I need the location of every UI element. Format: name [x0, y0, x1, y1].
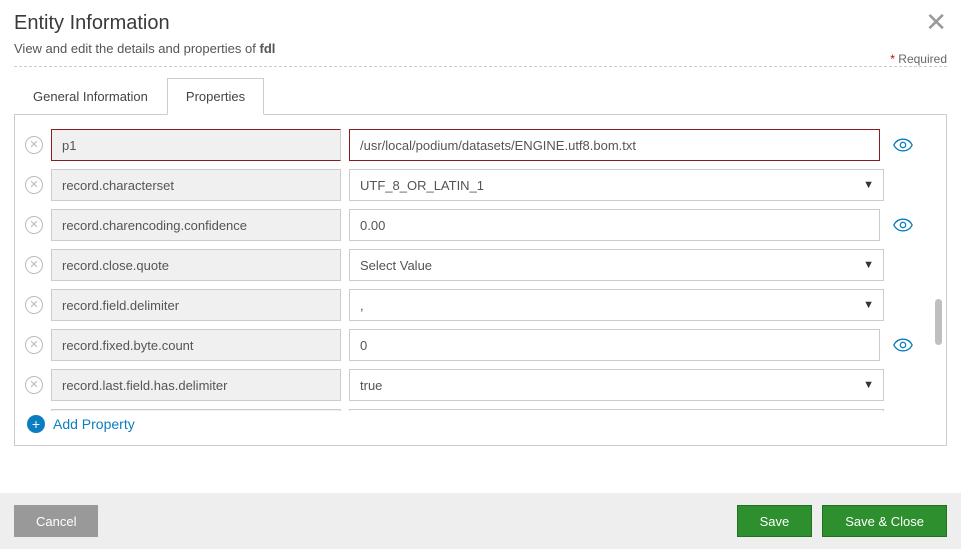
- save-button[interactable]: Save: [737, 505, 813, 537]
- property-value-input[interactable]: [349, 209, 880, 241]
- property-row: ✕UTF_8_OR_LATIN_1▼: [25, 169, 914, 201]
- view-icon[interactable]: [892, 218, 914, 232]
- close-icon[interactable]: ✕: [925, 12, 947, 32]
- add-property-button[interactable]: + Add Property: [25, 411, 936, 437]
- delete-property-icon[interactable]: ✕: [25, 256, 43, 274]
- divider: [14, 66, 947, 67]
- property-row: ✕VARIABLE_CHAR_LENGTH_TERMINATED▼: [25, 409, 914, 411]
- property-row: ✕,▼: [25, 289, 914, 321]
- dialog-subtitle: View and edit the details and properties…: [14, 41, 275, 56]
- property-value-select[interactable]: Select Value: [349, 249, 884, 281]
- plus-icon: +: [27, 415, 45, 433]
- property-value-select[interactable]: VARIABLE_CHAR_LENGTH_TERMINATED: [349, 409, 884, 411]
- save-and-close-button[interactable]: Save & Close: [822, 505, 947, 537]
- view-icon[interactable]: [892, 338, 914, 352]
- property-key-input[interactable]: [51, 249, 341, 281]
- scrollbar-thumb[interactable]: [935, 299, 942, 345]
- property-row: ✕Select Value▼: [25, 249, 914, 281]
- property-value-select[interactable]: UTF_8_OR_LATIN_1: [349, 169, 884, 201]
- property-row: ✕: [25, 209, 914, 241]
- properties-panel: ✕✕UTF_8_OR_LATIN_1▼✕✕Select Value▼✕,▼✕✕t…: [14, 115, 947, 446]
- view-icon[interactable]: [892, 138, 914, 152]
- cancel-button[interactable]: Cancel: [14, 505, 98, 537]
- property-row: ✕: [25, 329, 914, 361]
- property-key-input[interactable]: [51, 329, 341, 361]
- required-indicator: * Required: [890, 52, 947, 66]
- delete-property-icon[interactable]: ✕: [25, 136, 43, 154]
- property-row: ✕: [25, 129, 914, 161]
- delete-property-icon[interactable]: ✕: [25, 176, 43, 194]
- delete-property-icon[interactable]: ✕: [25, 216, 43, 234]
- property-key-input[interactable]: [51, 409, 341, 411]
- dialog-footer: Cancel Save Save & Close: [0, 493, 961, 549]
- tab-properties[interactable]: Properties: [167, 78, 264, 115]
- property-value-input[interactable]: [349, 129, 880, 161]
- property-key-input[interactable]: [51, 169, 341, 201]
- property-value-select[interactable]: ,: [349, 289, 884, 321]
- tabs: General Information Properties: [14, 77, 947, 115]
- property-value-input[interactable]: [349, 329, 880, 361]
- property-key-input[interactable]: [51, 209, 341, 241]
- property-key-input[interactable]: [51, 289, 341, 321]
- property-key-input[interactable]: [51, 129, 341, 161]
- tab-general-information[interactable]: General Information: [14, 78, 167, 115]
- delete-property-icon[interactable]: ✕: [25, 296, 43, 314]
- property-value-select[interactable]: true: [349, 369, 884, 401]
- delete-property-icon[interactable]: ✕: [25, 336, 43, 354]
- property-row: ✕true▼: [25, 369, 914, 401]
- scrollbar[interactable]: [934, 129, 942, 401]
- add-property-label: Add Property: [53, 416, 135, 432]
- property-key-input[interactable]: [51, 369, 341, 401]
- dialog-title: Entity Information: [14, 12, 170, 35]
- delete-property-icon[interactable]: ✕: [25, 376, 43, 394]
